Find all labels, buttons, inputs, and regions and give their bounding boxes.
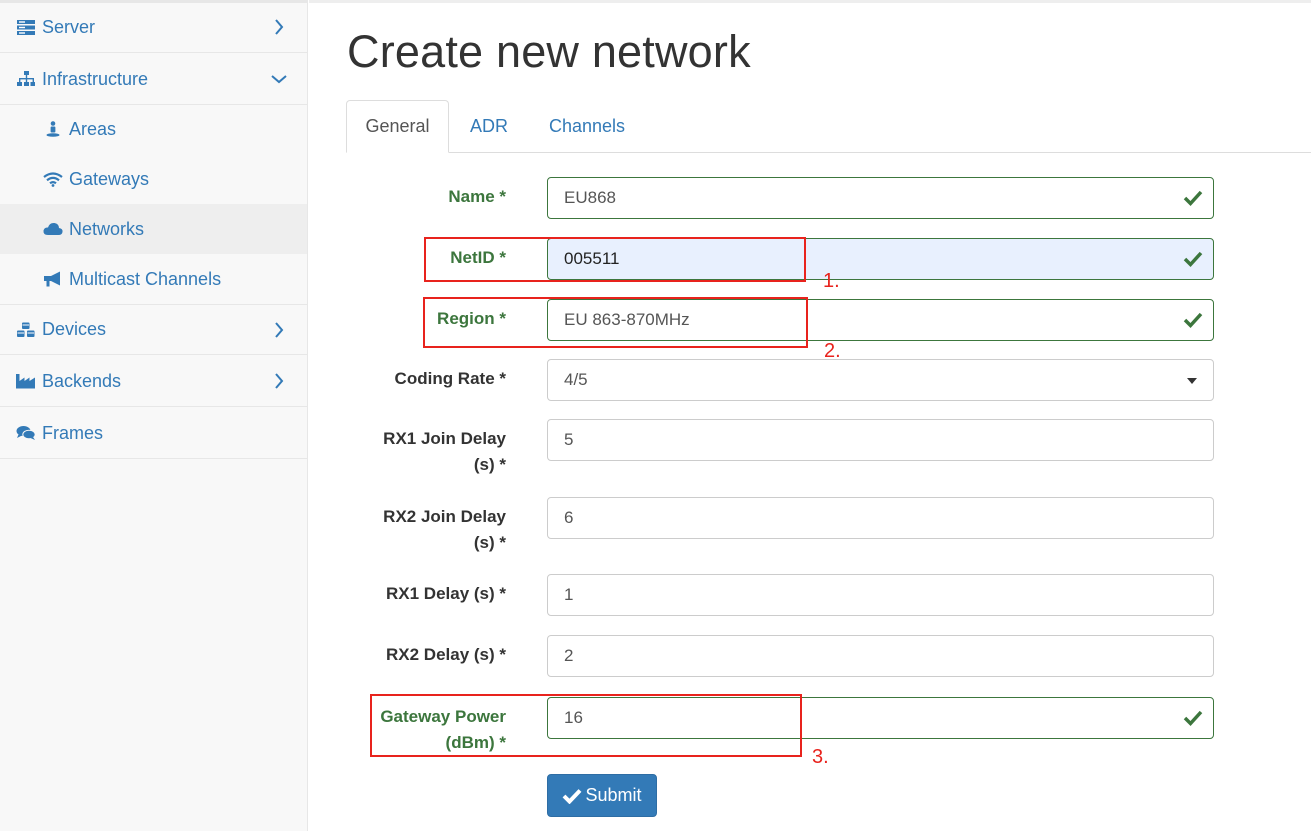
chevron-right-icon (271, 321, 287, 338)
name-input[interactable]: EU868 (547, 177, 1214, 219)
wifi-icon (43, 170, 63, 188)
check-icon (1183, 312, 1203, 329)
check-icon (1183, 251, 1203, 268)
chevron-right-icon (271, 373, 287, 389)
name-value: EU868 (564, 188, 616, 207)
rx2-delay-label: RX2 Delay (s) * (386, 645, 506, 664)
sidebar-item-frames[interactable]: Frames (0, 408, 307, 459)
sitemap-icon (16, 70, 36, 88)
annotation-number-1: 1. (823, 270, 840, 292)
submit-label: Submit (585, 785, 642, 805)
cubes-icon (16, 321, 36, 339)
caret-down-icon (1187, 378, 1197, 384)
server-icon (16, 18, 36, 36)
rx1-delay-value: 1 (564, 585, 574, 604)
annotation-box-gateway-power (370, 694, 802, 757)
check-icon (1183, 710, 1203, 727)
rx1-join-delay-label-line1: RX1 Join Delay (383, 429, 506, 448)
annotation-box-netid (424, 237, 806, 282)
rx2-join-delay-label-line2: (s) * (473, 533, 506, 552)
main-top-border (309, 0, 1311, 3)
sidebar-item-backends[interactable]: Backends (0, 356, 307, 407)
rx1-delay-input[interactable]: 1 (547, 574, 1214, 616)
rx2-delay-input[interactable]: 2 (547, 635, 1214, 677)
coding-rate-value: 4/5 (564, 370, 588, 389)
sidebar-item-label: Multicast Channels (69, 268, 222, 289)
submit-button[interactable]: Submit (547, 774, 657, 817)
rx2-join-delay-input[interactable]: 6 (547, 497, 1214, 539)
sidebar: Server Infrastructure Areas Gateways Net… (0, 0, 308, 831)
rx2-delay-value: 2 (564, 646, 574, 665)
cloud-icon (43, 220, 63, 238)
annotation-box-region (423, 297, 808, 348)
chevron-down-icon (271, 71, 287, 87)
chevron-right-icon (271, 19, 287, 35)
sidebar-item-server[interactable]: Server (0, 2, 307, 53)
rx2-join-delay-label: RX2 Join Delay (s) * (383, 504, 506, 556)
rx1-join-delay-label: RX1 Join Delay (s) * (383, 426, 506, 478)
sidebar-item-label: Backends (42, 370, 122, 391)
street-view-icon (43, 120, 63, 138)
sidebar-item-label: Gateways (69, 168, 150, 189)
sidebar-item-label: Networks (69, 218, 145, 239)
rx1-join-delay-label-line2: (s) * (473, 455, 506, 474)
sidebar-item-label: Frames (42, 422, 104, 443)
sidebar-item-devices[interactable]: Devices (0, 304, 307, 355)
sidebar-item-label: Devices (42, 319, 107, 339)
tab-channels[interactable]: Channels (539, 100, 635, 152)
sidebar-item-label: Server (42, 16, 96, 37)
check-icon (563, 788, 582, 804)
industry-icon (16, 372, 36, 390)
bullhorn-icon (43, 270, 63, 288)
sidebar-item-label: Areas (69, 118, 117, 139)
sidebar-item-networks[interactable]: Networks (0, 204, 307, 254)
annotation-number-3: 3. (812, 746, 829, 768)
tab-bar: General ADR Channels (346, 100, 1311, 153)
rx2-join-delay-value: 6 (564, 508, 574, 527)
sidebar-item-areas[interactable]: Areas (0, 104, 307, 154)
rx1-join-delay-input[interactable]: 5 (547, 419, 1214, 461)
comments-icon (16, 424, 36, 442)
coding-rate-label: Coding Rate * (394, 369, 506, 388)
sidebar-item-gateways[interactable]: Gateways (0, 154, 307, 204)
rx1-join-delay-value: 5 (564, 430, 574, 449)
rx1-delay-label: RX1 Delay (s) * (386, 584, 506, 603)
sidebar-item-multicast-channels[interactable]: Multicast Channels (0, 254, 307, 304)
page-title: Create new network (347, 26, 751, 77)
rx2-join-delay-label-line1: RX2 Join Delay (383, 507, 506, 526)
tab-adr[interactable]: ADR (456, 100, 522, 152)
tab-general[interactable]: General (346, 100, 449, 153)
annotation-number-2: 2. (824, 340, 841, 362)
check-icon (1183, 190, 1203, 207)
coding-rate-select[interactable]: 4/5 (547, 359, 1214, 401)
sidebar-item-label: Infrastructure (42, 68, 149, 89)
sidebar-item-infrastructure[interactable]: Infrastructure (0, 54, 307, 105)
name-label: Name * (448, 187, 506, 206)
